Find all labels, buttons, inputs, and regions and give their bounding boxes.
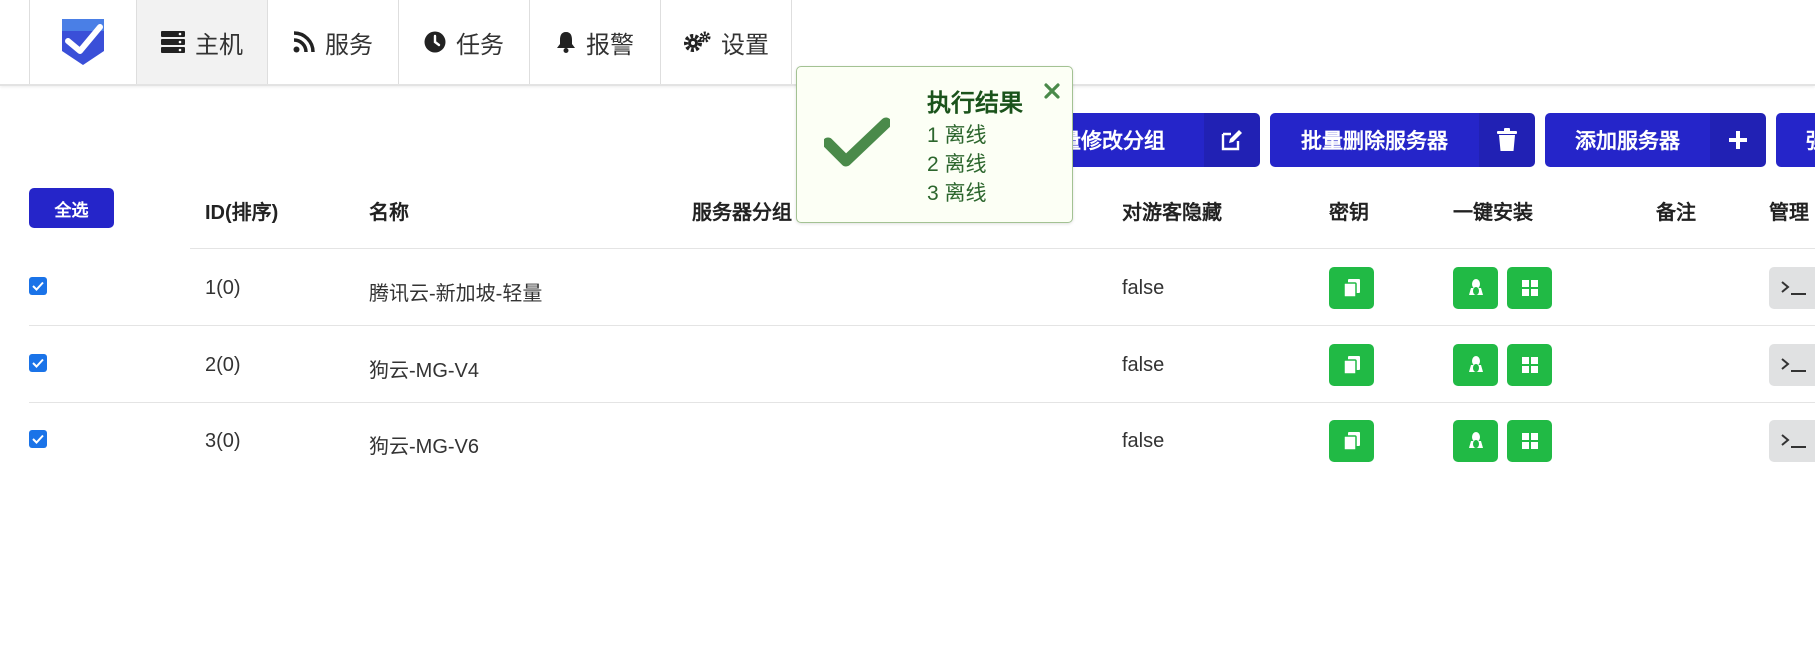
linux-install-button[interactable] — [1453, 267, 1498, 309]
nav-item-tasks[interactable]: 任务 — [399, 0, 530, 84]
nav-item-alerts[interactable]: 报警 — [530, 0, 661, 84]
logo-icon — [62, 19, 104, 65]
nav-label: 任务 — [456, 31, 504, 59]
header-group: 服务器分组 — [692, 202, 792, 224]
terminal-icon — [1781, 281, 1806, 295]
header-divider — [190, 248, 1815, 249]
result-toast: 执行结果 1 离线 2 离线 3 离线 — [796, 66, 1073, 223]
row-name: 腾讯云-新加坡-轻量 — [369, 283, 543, 305]
header-secret: 密钥 — [1329, 202, 1369, 224]
copy-secret-button[interactable] — [1329, 267, 1374, 309]
linux-icon — [1468, 432, 1483, 448]
logo[interactable] — [29, 0, 137, 84]
linux-icon — [1468, 279, 1483, 295]
row-name: 狗云-MG-V6 — [369, 436, 479, 458]
copy-icon — [1343, 279, 1360, 297]
linux-install-button[interactable] — [1453, 420, 1498, 462]
force-update-button[interactable]: 强 — [1776, 113, 1815, 167]
windows-icon — [1521, 433, 1538, 449]
nav-label: 服务 — [325, 31, 373, 59]
cogs-icon — [684, 31, 711, 52]
row-id: 1(0) — [205, 277, 241, 299]
header-install: 一键安装 — [1453, 202, 1533, 224]
nav-item-hosts[interactable]: 主机 — [137, 0, 268, 84]
copy-icon — [1343, 356, 1360, 374]
copy-icon — [1343, 432, 1360, 450]
terminal-button[interactable] — [1769, 344, 1815, 386]
batch-delete-label: 批量删除服务器 — [1301, 130, 1448, 153]
row-divider — [29, 402, 1815, 403]
force-update-label: 强 — [1776, 125, 1815, 155]
row-checkbox[interactable] — [29, 277, 47, 295]
row-checkbox[interactable] — [29, 354, 47, 372]
header-id: ID(排序) — [205, 202, 279, 224]
row-checkbox[interactable] — [29, 430, 47, 448]
row-divider — [29, 325, 1815, 326]
row-name: 狗云-MG-V4 — [369, 360, 479, 382]
terminal-button[interactable] — [1769, 420, 1815, 462]
clock-icon — [424, 31, 446, 53]
rss-icon — [293, 31, 315, 53]
linux-install-button[interactable] — [1453, 344, 1498, 386]
copy-secret-button[interactable] — [1329, 344, 1374, 386]
header-manage: 管理 — [1769, 202, 1809, 224]
nav-label: 设置 — [721, 31, 769, 59]
add-server-button[interactable]: 添加服务器 — [1545, 113, 1766, 167]
linux-icon — [1468, 356, 1483, 372]
windows-install-button[interactable] — [1507, 344, 1552, 386]
row-id: 2(0) — [205, 354, 241, 376]
toast-title: 执行结果 — [927, 90, 1023, 117]
add-server-label: 添加服务器 — [1575, 130, 1680, 153]
row-hide: false — [1122, 430, 1165, 452]
terminal-button[interactable] — [1769, 267, 1815, 309]
row-hide: false — [1122, 277, 1165, 299]
header-note: 备注 — [1656, 202, 1696, 224]
close-icon[interactable] — [1044, 83, 1060, 104]
windows-install-button[interactable] — [1507, 420, 1552, 462]
nav-item-services[interactable]: 服务 — [268, 0, 399, 84]
toast-line: 1 离线 — [927, 124, 987, 147]
toast-line: 2 离线 — [927, 153, 987, 176]
windows-install-button[interactable] — [1507, 267, 1552, 309]
nav-label: 报警 — [586, 31, 634, 59]
checkmark-icon — [824, 117, 890, 167]
windows-icon — [1521, 280, 1538, 296]
row-id: 3(0) — [205, 430, 241, 452]
header-name: 名称 — [369, 202, 409, 224]
terminal-icon — [1781, 434, 1806, 448]
trash-icon — [1479, 113, 1535, 167]
select-all-button[interactable]: 全选 — [29, 188, 114, 228]
header-hide: 对游客隐藏 — [1122, 202, 1222, 224]
plus-icon — [1710, 113, 1766, 167]
windows-icon — [1521, 357, 1538, 373]
toast-line: 3 离线 — [927, 182, 987, 205]
nav-item-settings[interactable]: 设置 — [661, 0, 792, 84]
copy-secret-button[interactable] — [1329, 420, 1374, 462]
bell-icon — [557, 32, 575, 53]
batch-delete-button[interactable]: 批量删除服务器 — [1270, 113, 1535, 167]
edit-icon — [1204, 113, 1260, 167]
row-hide: false — [1122, 354, 1165, 376]
terminal-icon — [1781, 358, 1806, 372]
server-icon — [161, 31, 185, 53]
nav-label: 主机 — [195, 31, 243, 59]
